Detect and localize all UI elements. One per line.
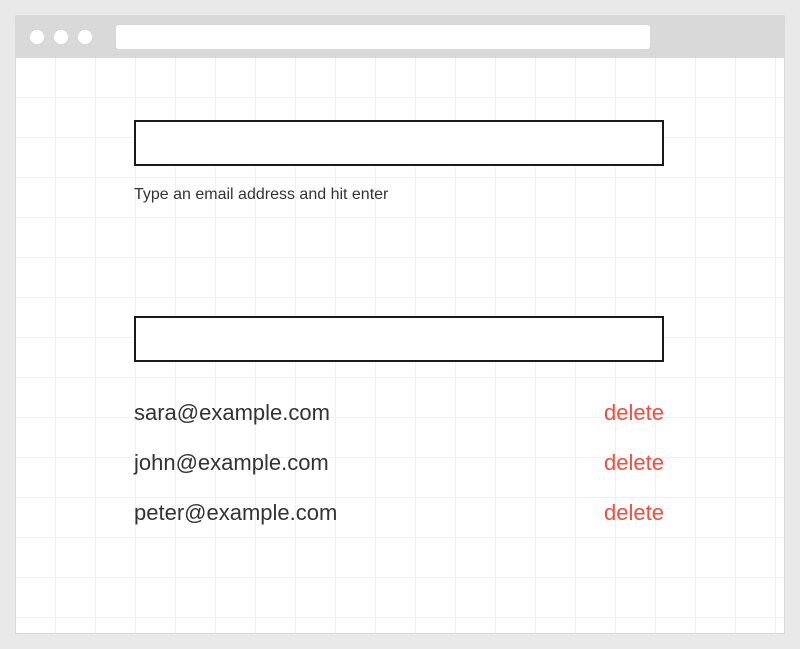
browser-window: Type an email address and hit enter sara… — [15, 15, 785, 634]
email-list: sara@example.com delete john@example.com… — [134, 388, 664, 538]
delete-button[interactable]: delete — [604, 450, 664, 476]
helper-text: Type an email address and hit enter — [134, 186, 664, 204]
window-control-dot[interactable] — [30, 30, 44, 44]
email-input[interactable] — [134, 120, 664, 166]
address-bar[interactable] — [116, 25, 650, 49]
titlebar — [16, 16, 784, 58]
email-list-section: sara@example.com delete john@example.com… — [134, 316, 664, 538]
list-item: john@example.com delete — [134, 438, 664, 488]
email-address: sara@example.com — [134, 400, 330, 426]
delete-button[interactable]: delete — [604, 400, 664, 426]
email-form-section: Type an email address and hit enter — [134, 120, 664, 204]
delete-button[interactable]: delete — [604, 500, 664, 526]
list-item: peter@example.com delete — [134, 488, 664, 538]
email-address: john@example.com — [134, 450, 329, 476]
list-item: sara@example.com delete — [134, 388, 664, 438]
email-address: peter@example.com — [134, 500, 337, 526]
canvas: Type an email address and hit enter sara… — [16, 58, 784, 633]
email-list-input[interactable] — [134, 316, 664, 362]
window-control-dot[interactable] — [78, 30, 92, 44]
window-control-dot[interactable] — [54, 30, 68, 44]
